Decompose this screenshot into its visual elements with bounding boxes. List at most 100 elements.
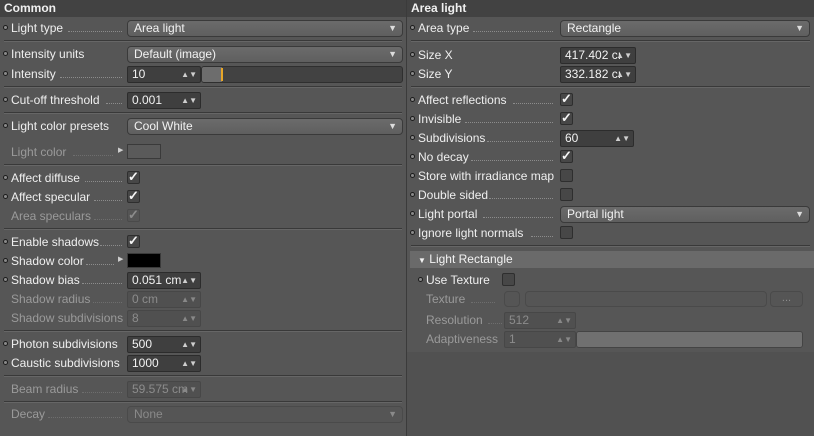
use-texture-label: Use Texture	[426, 273, 490, 287]
keyframe-dot-icon[interactable]	[410, 192, 415, 197]
double-sided-checkbox[interactable]	[560, 188, 573, 201]
subdivisions-field[interactable]: 60 ▲▼	[560, 130, 634, 147]
keyframe-dot-icon[interactable]	[3, 341, 8, 346]
keyframe-dot-icon[interactable]	[410, 52, 415, 57]
keyframe-dot-icon[interactable]	[418, 277, 423, 282]
slider-knob[interactable]	[221, 68, 223, 81]
checkmark-icon: ✓	[128, 169, 139, 184]
triangle-right-icon[interactable]: ▶	[118, 255, 123, 263]
decay-value: None	[134, 407, 163, 421]
light-type-label: Light type	[11, 21, 64, 35]
keyframe-dot-icon[interactable]	[410, 230, 415, 235]
spinner-arrows-icon[interactable]: ▲▼	[181, 67, 197, 82]
area-light-title: Area light	[407, 0, 814, 17]
affect-specular-checkbox[interactable]: ✓	[127, 188, 140, 203]
enable-shadows-checkbox[interactable]: ✓	[127, 233, 140, 248]
store-irradiance-row: Store with irradiance map	[407, 167, 814, 186]
checkmark-icon: ✓	[561, 91, 572, 106]
keyframe-dot-icon[interactable]	[410, 25, 415, 30]
keyframe-dot-icon[interactable]	[3, 258, 8, 263]
light-color-label: Light color	[11, 145, 67, 159]
caustic-subdivisions-row: Caustic subdivisions 1000 ▲▼	[0, 354, 406, 373]
decay-row: Decay None ▼	[0, 405, 406, 424]
area-speculars-row: Area speculars ✓	[0, 207, 406, 226]
affect-diffuse-checkbox[interactable]: ✓	[127, 169, 140, 184]
keyframe-dot-icon[interactable]	[3, 25, 8, 30]
shadow-color-swatch[interactable]	[127, 253, 161, 268]
store-irradiance-checkbox[interactable]	[560, 169, 573, 182]
texture-label: Texture	[426, 292, 466, 306]
shadow-radius-row: Shadow radius 0 cm ▲▼	[0, 290, 406, 309]
size-x-row: Size X 417.402 cı ▲▼	[407, 46, 814, 65]
keyframe-dot-icon[interactable]	[3, 239, 8, 244]
affect-reflections-label: Affect reflections	[418, 93, 507, 107]
presets-dropdown[interactable]: Cool White ▼	[127, 118, 403, 135]
adaptiveness-field: 1 ▲▼	[504, 331, 576, 348]
spinner-arrows-icon[interactable]: ▲▼	[181, 337, 197, 352]
spinner-arrows-icon[interactable]: ▲▼	[181, 273, 197, 288]
spinner-arrows-icon[interactable]: ▲▼	[181, 356, 197, 371]
triangle-down-icon: ▼	[418, 256, 426, 265]
keyframe-dot-icon[interactable]	[3, 194, 8, 199]
spinner-arrows-icon: ▲▼	[556, 335, 572, 344]
light-color-swatch	[127, 144, 161, 159]
caustic-subdivisions-field[interactable]: 1000 ▲▼	[127, 355, 201, 372]
chevron-down-icon: ▼	[388, 121, 397, 131]
keyframe-dot-icon[interactable]	[3, 360, 8, 365]
no-decay-checkbox[interactable]: ✓	[560, 148, 573, 163]
spinner-arrows-icon[interactable]: ▲▼	[181, 93, 197, 108]
affect-diffuse-row: Affect diffuse ✓	[0, 169, 406, 188]
affect-specular-row: Affect specular ✓	[0, 188, 406, 207]
chevron-down-icon: ▼	[795, 23, 804, 33]
size-x-field[interactable]: 417.402 cı ▲▼	[560, 47, 636, 64]
resolution-field: 512 ▲▼	[504, 312, 576, 329]
beam-radius-field: 59.575 cm ▲▼	[127, 381, 201, 398]
photon-subdivisions-field[interactable]: 500 ▲▼	[127, 336, 201, 353]
affect-reflections-checkbox[interactable]: ✓	[560, 91, 573, 106]
affect-reflections-row: Affect reflections ✓	[407, 91, 814, 110]
keyframe-dot-icon[interactable]	[3, 51, 8, 56]
light-type-dropdown[interactable]: Area light ▼	[127, 20, 403, 37]
intensity-slider[interactable]	[201, 66, 403, 83]
light-portal-row: Light portal Portal light ▼	[407, 205, 814, 224]
keyframe-dot-icon[interactable]	[410, 173, 415, 178]
shadow-subdivisions-label: Shadow subdivisions	[11, 311, 124, 325]
texture-browse-button: ...	[770, 291, 803, 307]
texture-path-field	[525, 291, 767, 307]
keyframe-dot-icon[interactable]	[410, 211, 415, 216]
intensity-field[interactable]: 10 ▲▼	[127, 66, 201, 83]
area-speculars-label: Area speculars	[11, 209, 92, 223]
shadow-bias-field[interactable]: 0.051 cm ▲▼	[127, 272, 201, 289]
spinner-arrows-icon[interactable]: ▲▼	[616, 48, 632, 63]
invisible-checkbox[interactable]: ✓	[560, 110, 573, 125]
keyframe-dot-icon[interactable]	[410, 116, 415, 121]
subdivisions-row: Subdivisions 60 ▲▼	[407, 129, 814, 148]
affect-specular-label: Affect specular	[11, 190, 91, 204]
keyframe-dot-icon[interactable]	[3, 97, 8, 102]
keyframe-dot-icon[interactable]	[3, 71, 8, 76]
cutoff-field[interactable]: 0.001 ▲▼	[127, 92, 201, 109]
keyframe-dot-icon[interactable]	[3, 175, 8, 180]
caustic-subdivisions-label: Caustic subdivisions	[11, 356, 120, 370]
keyframe-dot-icon[interactable]	[410, 154, 415, 159]
keyframe-dot-icon[interactable]	[410, 97, 415, 102]
light-portal-dropdown[interactable]: Portal light ▼	[560, 206, 810, 223]
keyframe-dot-icon[interactable]	[410, 71, 415, 76]
decay-dropdown: None ▼	[127, 406, 403, 423]
light-rectangle-group-header[interactable]: ▼ Light Rectangle	[410, 251, 814, 268]
chevron-down-icon: ▼	[388, 409, 397, 419]
area-type-dropdown[interactable]: Rectangle ▼	[560, 20, 810, 37]
intensity-units-dropdown[interactable]: Default (image) ▼	[127, 46, 403, 63]
keyframe-dot-icon[interactable]	[3, 277, 8, 282]
ignore-normals-checkbox[interactable]	[560, 226, 573, 239]
area-type-row: Area type Rectangle ▼	[407, 19, 814, 38]
checkmark-icon: ✓	[128, 233, 139, 248]
spinner-arrows-icon[interactable]: ▲▼	[614, 131, 630, 146]
keyframe-dot-icon[interactable]	[3, 123, 8, 128]
shadow-subdivisions-row: Shadow subdivisions 8 ▲▼	[0, 309, 406, 328]
size-y-field[interactable]: 332.182 cı ▲▼	[560, 66, 636, 83]
spinner-arrows-icon[interactable]: ▲▼	[616, 67, 632, 82]
triangle-right-icon[interactable]: ▶	[118, 146, 123, 154]
use-texture-checkbox[interactable]	[502, 273, 515, 286]
keyframe-dot-icon[interactable]	[410, 135, 415, 140]
